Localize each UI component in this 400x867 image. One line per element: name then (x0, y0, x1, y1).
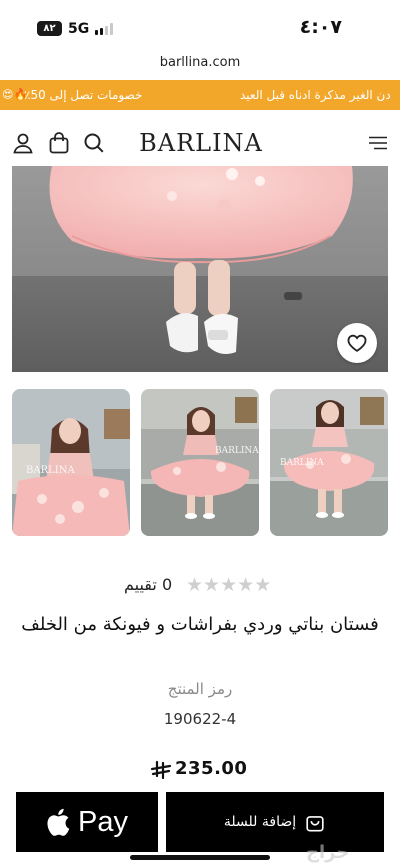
network-type: 5G (68, 21, 90, 37)
riyal-currency-icon (150, 760, 172, 780)
promo-banner[interactable]: 😍🔥 خصومات تصل إلى 50٪ دن الغير مذكرة ادن… (0, 80, 400, 110)
star-icon: ★ (203, 574, 221, 596)
battery-indicator: ٨٢ (37, 21, 62, 36)
promo-text-eid: دن الغير مذكرة ادناه قبل العيد (240, 88, 391, 102)
menu-icon[interactable] (366, 131, 390, 155)
product-thumbnail-1[interactable]: BARLINA (12, 389, 130, 536)
add-to-cart-button[interactable]: إضافة للسلة (166, 792, 384, 852)
user-icon[interactable] (11, 131, 35, 155)
home-indicator[interactable] (130, 855, 270, 860)
rating-count: 0 تقييم (124, 575, 172, 594)
haraj-watermark: حراج (306, 842, 350, 863)
thumbnail-watermark-1: BARLINA (26, 465, 75, 476)
brand-logo[interactable]: BARLINA (138, 128, 264, 158)
apple-icon (47, 808, 70, 836)
rating-number: 0 (161, 575, 173, 594)
thumbnail-watermark-3: BARLINA (280, 458, 324, 468)
cart-bag-icon[interactable] (47, 131, 71, 155)
apple-pay-label: Pay (78, 805, 128, 838)
favorite-button[interactable] (337, 323, 377, 363)
search-icon[interactable] (82, 131, 106, 155)
star-icon: ★ (237, 574, 255, 596)
price-value: 235.00 (175, 758, 248, 779)
site-header: BARLINA (0, 116, 400, 170)
apple-pay-button[interactable]: Pay (16, 792, 158, 852)
rating-stars: ★★★★★ (186, 574, 272, 596)
browser-url[interactable]: barllina.com (0, 52, 400, 76)
heart-icon (347, 334, 367, 352)
product-main-image[interactable] (12, 166, 388, 372)
star-icon: ★ (254, 574, 272, 596)
add-to-cart-label: إضافة للسلة (223, 814, 297, 830)
rating-row[interactable]: 0 تقييم ★★★★★ (0, 573, 400, 597)
product-thumbnail-2[interactable]: BARLINA (141, 389, 259, 536)
product-thumbnail-3[interactable]: BARLINA (270, 389, 388, 536)
status-bar: ٨٢ 5G ٤:٠٧ (0, 0, 400, 52)
promo-text-discount: خصومات تصل إلى 50٪ (24, 88, 143, 102)
star-icon: ★ (186, 574, 204, 596)
rating-label: تقييم (124, 575, 157, 594)
product-title: فستان بناتي وردي بفراشات و فيونكة من الخ… (21, 614, 379, 635)
sku-value: 190622-4 (163, 710, 237, 728)
star-icon: ★ (220, 574, 238, 596)
signal-icon (95, 23, 117, 35)
sku-label: رمز المنتج (167, 680, 233, 698)
clock: ٤:٠٧ (299, 16, 342, 38)
thumbnail-watermark-2: BARLINA (215, 446, 259, 456)
cart-bag-icon (306, 816, 324, 832)
